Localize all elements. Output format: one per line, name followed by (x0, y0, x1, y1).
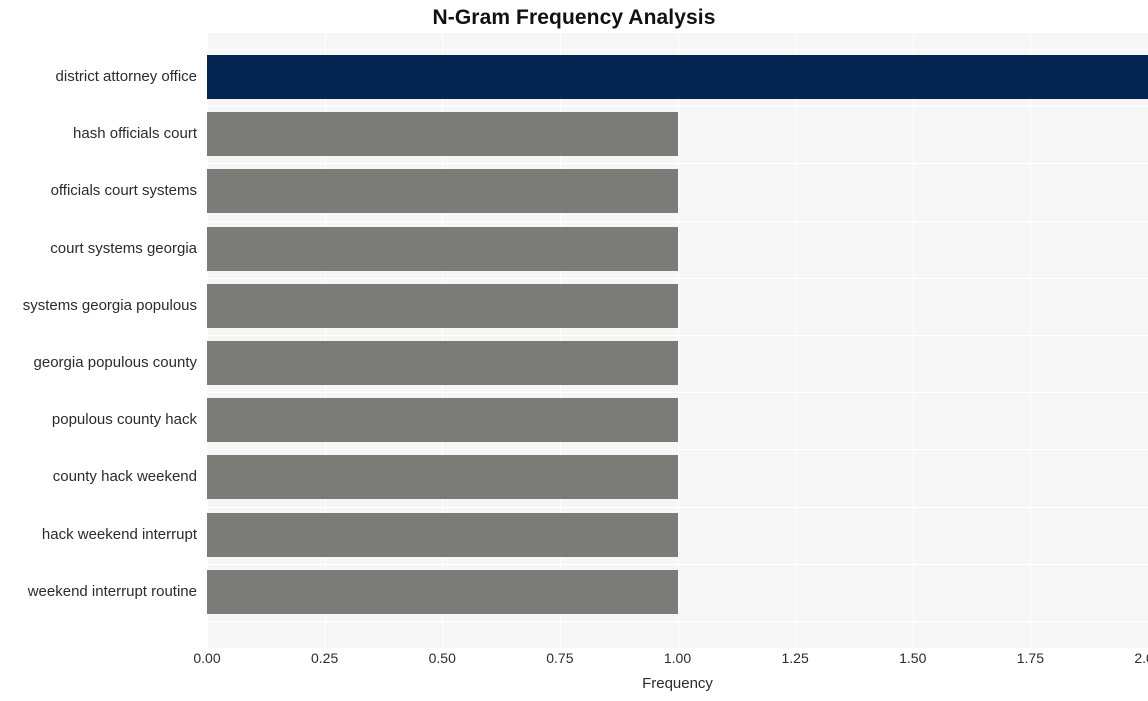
y-axis-tick-label: county hack weekend (52, 468, 197, 486)
plot-area (207, 33, 1148, 648)
x-axis-tick-label: 1.25 (781, 650, 809, 666)
gridline-vertical (677, 33, 679, 648)
bar (207, 569, 678, 614)
chart-title: N-Gram Frequency Analysis (432, 6, 716, 29)
y-axis-tick-label: district attorney office (55, 68, 197, 85)
x-axis-title: Frequency (642, 675, 713, 692)
y-axis-tick-label: populous county hack (51, 411, 197, 429)
x-axis-tick-label: 1.50 (899, 650, 927, 666)
x-axis-tick-label: 1.00 (663, 650, 692, 666)
y-axis-tick-label: weekend interrupt routine (27, 582, 197, 600)
gridline-horizontal (207, 621, 1148, 622)
gridline-horizontal (207, 392, 1148, 394)
gridline-horizontal (207, 220, 1148, 222)
gridline-horizontal (207, 49, 1148, 50)
x-axis-tick-label: 0.00 (193, 650, 221, 666)
x-axis-tick-labels: 0.00 0.25 0.50 0.75 1.00 1.25 1.50 1.75 2.00 (193, 650, 1148, 674)
x-axis-tick-label: 1.75 (1016, 650, 1044, 666)
gridline-vertical (1030, 33, 1032, 648)
gridline-horizontal (207, 506, 1148, 508)
x-axis-tick-label: 0.75 (546, 650, 574, 666)
ngram-frequency-bar-chart: N-Gram Frequency Analysis district attor… (0, 0, 1148, 701)
bar (207, 169, 678, 214)
bar (207, 455, 678, 500)
gridline-horizontal (207, 163, 1148, 165)
bar (207, 55, 1148, 99)
gridline-horizontal (207, 335, 1148, 336)
bar (207, 398, 678, 443)
bar (207, 112, 678, 157)
gridline-vertical (912, 33, 914, 648)
y-axis-tick-label: officials court systems (50, 182, 197, 200)
x-axis-tick-label: 2.00 (1134, 650, 1148, 666)
x-axis-tick-label: 0.25 (311, 650, 339, 666)
gridline-horizontal (207, 563, 1148, 565)
gridline-horizontal (207, 277, 1148, 279)
gridline-horizontal (207, 449, 1148, 451)
y-axis-tick-label: court systems georgia (50, 239, 197, 257)
gridline-vertical (795, 33, 797, 648)
gridline-horizontal (207, 106, 1148, 108)
y-axis-tick-label: hack weekend interrupt (41, 525, 197, 543)
y-axis-tick-labels: district attorney office hash officials c… (0, 33, 197, 648)
x-axis-tick-label: 0.50 (428, 650, 456, 666)
bar (207, 341, 678, 385)
y-axis-tick-label: hash officials court (73, 125, 197, 143)
bar (207, 512, 678, 557)
bar (207, 226, 678, 271)
y-axis-tick-label: georgia populous county (33, 354, 197, 371)
y-axis-tick-label: systems georgia populous (22, 296, 197, 314)
bar (207, 283, 678, 328)
